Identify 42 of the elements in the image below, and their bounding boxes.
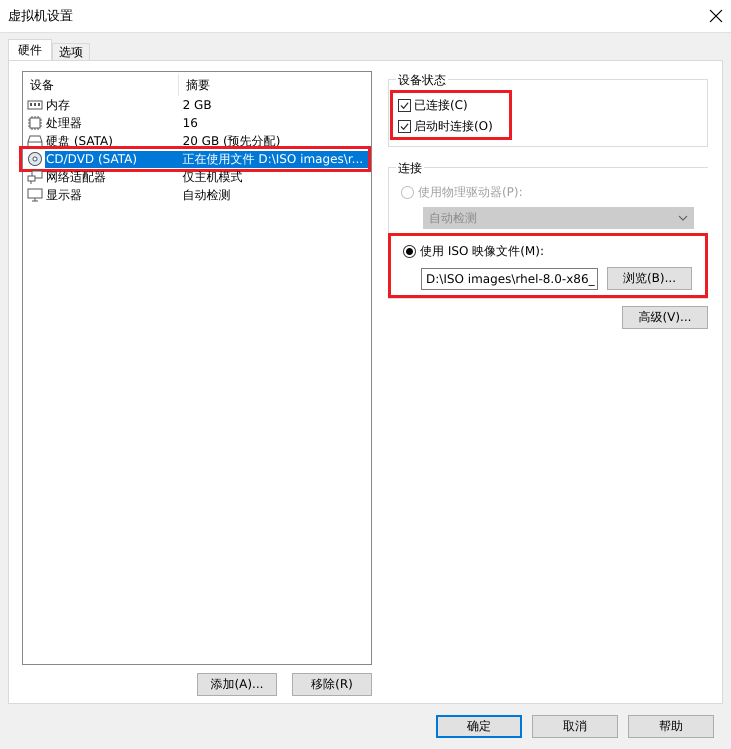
radio-label[interactable]: 使用 ISO 映像文件(M):: [420, 242, 544, 260]
monitor-icon: [27, 188, 43, 202]
group-title: 设备状态: [396, 72, 448, 89]
browse-button[interactable]: 浏览(B)...: [607, 267, 692, 290]
column-header[interactable]: 设备: [23, 74, 179, 96]
checkbox[interactable]: [398, 120, 411, 133]
device-summary: 2 GB: [182, 96, 213, 114]
device-summary: 自动检测: [182, 186, 232, 204]
close-icon: [709, 9, 723, 23]
checkbox-label[interactable]: 启动时连接(O): [414, 118, 493, 135]
column-header[interactable]: 摘要: [179, 74, 369, 96]
window-title: 虚拟机设置: [8, 8, 73, 25]
device-summary: 正在使用文件 D:\ISO images\r...: [178, 150, 371, 168]
device-name[interactable]: CD/DVD (SATA): [45, 150, 178, 168]
dropdown-value: 自动检测: [429, 210, 477, 226]
list-button[interactable]: 添加(A)...: [197, 673, 277, 696]
dialog-button[interactable]: 帮助: [628, 715, 714, 738]
network-icon: [27, 170, 43, 184]
tab[interactable]: 选项: [52, 43, 90, 60]
checkbox-label[interactable]: 已连接(C): [414, 97, 468, 114]
memory-icon: [27, 98, 43, 112]
list-button[interactable]: 移除(R): [292, 673, 372, 696]
radio-button[interactable]: [403, 244, 416, 258]
device-summary: 仅主机模式: [182, 168, 244, 186]
caret-icon: [678, 215, 688, 221]
hard-drive-icon: [27, 134, 43, 148]
device-name[interactable]: 内存: [45, 96, 178, 114]
path-combo-box[interactable]: D:\ISO images\rhel-8.0-x86_: [421, 268, 598, 290]
advanced-button[interactable]: 高级(V)...: [622, 306, 708, 329]
chip-icon: [27, 116, 43, 130]
group-title: 连接: [396, 160, 424, 177]
device-name[interactable]: 显示器: [45, 186, 178, 204]
tab[interactable]: 硬件: [8, 39, 52, 60]
checkbox[interactable]: [398, 99, 411, 112]
dialog-button[interactable]: 确定: [436, 715, 522, 738]
device-name[interactable]: 网络适配器: [45, 168, 178, 186]
disc-icon: [27, 152, 43, 166]
dialog-button[interactable]: 取消: [532, 715, 618, 738]
device-summary: 16: [182, 114, 199, 132]
path-value: D:\ISO images\rhel-8.0-x86_: [426, 272, 595, 286]
device-summary: 20 GB (预先分配): [182, 132, 282, 150]
device-name[interactable]: 处理器: [45, 114, 178, 132]
